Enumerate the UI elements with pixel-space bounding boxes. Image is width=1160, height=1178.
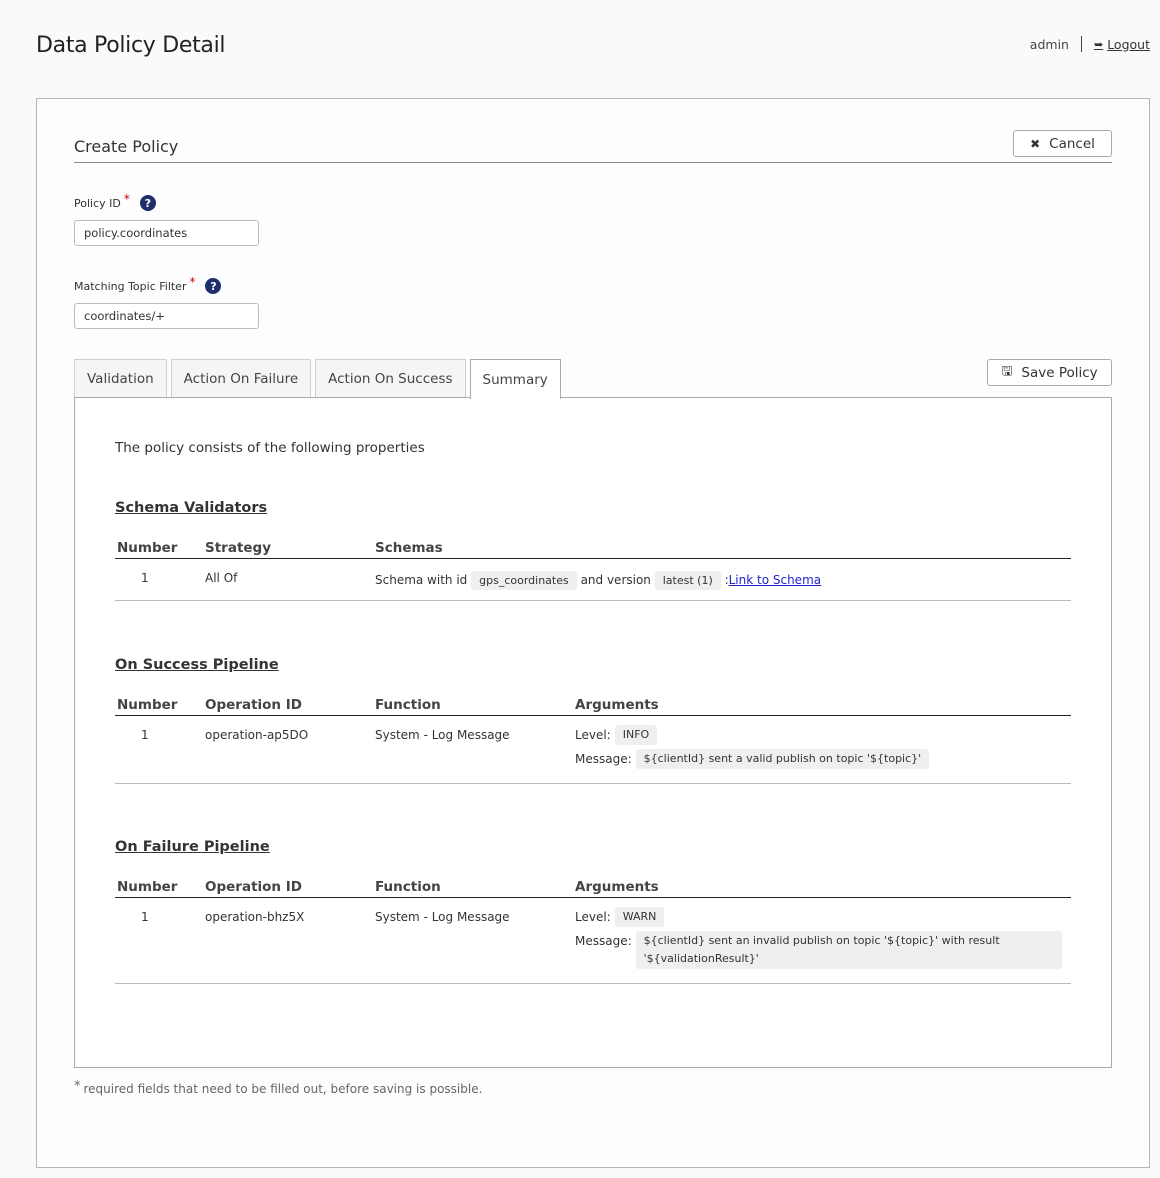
- tab-action-on-success[interactable]: Action On Success: [315, 359, 466, 398]
- row-strategy: All Of: [203, 558, 373, 601]
- col-function: Function: [373, 696, 573, 716]
- username: admin: [1029, 36, 1069, 52]
- tab-action-on-failure[interactable]: Action On Failure: [170, 359, 312, 398]
- summary-intro: The policy consists of the following pro…: [115, 440, 425, 456]
- required-marker: *: [123, 192, 130, 206]
- footnote-star: *: [74, 1079, 81, 1094]
- col-number: Number: [115, 696, 203, 716]
- col-arguments: Arguments: [573, 878, 1071, 898]
- on-failure-section: On Failure Pipeline Number Operation ID …: [115, 839, 1071, 984]
- message-chip: ${clientId} sent a valid publish on topi…: [635, 748, 930, 769]
- row-operation-id: operation-ap5DO: [203, 715, 373, 784]
- floppy-disk-icon: 🖫: [1001, 363, 1013, 379]
- arg-level-label: Level:: [575, 727, 611, 742]
- on-success-table: Number Operation ID Function Arguments 1…: [115, 696, 1071, 784]
- policy-id-label-text: Policy ID: [74, 196, 121, 210]
- cancel-label: Cancel: [1049, 135, 1095, 152]
- table-row: 1 operation-bhz5X System - Log Message L…: [115, 897, 1071, 984]
- arg-message-label: Message:: [575, 751, 632, 766]
- row-function: System - Log Message: [373, 715, 573, 784]
- topic-filter-input[interactable]: [74, 303, 259, 329]
- tab-validation[interactable]: Validation: [74, 359, 167, 398]
- cancel-button[interactable]: ✖ Cancel: [1013, 130, 1112, 157]
- row-number: 1: [115, 558, 203, 601]
- level-chip: WARN: [614, 906, 665, 927]
- help-icon[interactable]: ?: [139, 195, 156, 211]
- row-schemas: Schema with id gps_coordinates and versi…: [373, 558, 1071, 601]
- sign-out-icon: ➥: [1093, 37, 1104, 51]
- policy-panel: Create Policy ✖ Cancel Policy ID * ? Mat…: [36, 98, 1150, 1168]
- table-row: 1 operation-ap5DO System - Log Message L…: [115, 715, 1071, 784]
- level-chip: INFO: [614, 724, 658, 745]
- topic-filter-label: Matching Topic Filter * ?: [74, 275, 222, 294]
- on-success-section: On Success Pipeline Number Operation ID …: [115, 657, 1071, 784]
- arg-message: Message: ${clientId} sent an invalid pub…: [575, 930, 1069, 969]
- arg-level: Level: INFO: [575, 724, 1069, 745]
- required-marker: *: [189, 275, 196, 289]
- col-schemas: Schemas: [373, 539, 1071, 559]
- footnote-text: required fields that need to be filled o…: [83, 1082, 483, 1096]
- user-bar: admin ➥ Logout: [1030, 36, 1150, 52]
- col-operation-id: Operation ID: [203, 878, 373, 898]
- message-chip: ${clientId} sent an invalid publish on t…: [635, 930, 1062, 969]
- schema-version-text: and version: [580, 572, 651, 587]
- close-icon: ✖: [1030, 136, 1041, 151]
- topic-filter-label-text: Matching Topic Filter: [74, 279, 187, 293]
- divider: [1080, 36, 1082, 52]
- row-operation-id: operation-bhz5X: [203, 897, 373, 984]
- on-failure-title: On Failure Pipeline: [115, 839, 270, 855]
- help-icon[interactable]: ?: [205, 278, 222, 294]
- arg-level-label: Level:: [575, 909, 611, 924]
- row-function: System - Log Message: [373, 897, 573, 984]
- logout-link[interactable]: ➥ Logout: [1094, 37, 1150, 52]
- logout-label: Logout: [1107, 36, 1150, 52]
- summary-tab-panel: The policy consists of the following pro…: [74, 397, 1112, 1068]
- section-title: Create Policy: [74, 137, 1112, 163]
- col-operation-id: Operation ID: [203, 696, 373, 716]
- arg-level: Level: WARN: [575, 906, 1069, 927]
- policy-id-input[interactable]: [74, 220, 259, 246]
- schema-prefix: Schema with id: [375, 572, 468, 587]
- row-arguments: Level: INFO Message: ${clientId} sent a …: [573, 715, 1071, 784]
- policy-id-label: Policy ID * ?: [74, 192, 156, 211]
- arg-message: Message: ${clientId} sent a valid publis…: [575, 748, 1069, 769]
- col-number: Number: [115, 878, 203, 898]
- link-to-schema[interactable]: Link to Schema: [729, 573, 822, 587]
- tab-bar: Validation Action On Failure Action On S…: [74, 359, 565, 399]
- tab-summary[interactable]: Summary: [469, 359, 561, 399]
- col-strategy: Strategy: [203, 539, 373, 559]
- schema-validators-title: Schema Validators: [115, 500, 268, 516]
- schema-validators-table: Number Strategy Schemas 1 All Of Schema …: [115, 539, 1071, 601]
- table-row: 1 All Of Schema with id gps_coordinates …: [115, 558, 1071, 601]
- col-function: Function: [373, 878, 573, 898]
- row-number: 1: [115, 897, 203, 984]
- required-footnote: * required fields that need to be filled …: [74, 1079, 483, 1097]
- arg-message-label: Message:: [575, 933, 632, 948]
- save-policy-button[interactable]: 🖫 Save Policy: [987, 359, 1112, 386]
- save-label: Save Policy: [1021, 364, 1098, 381]
- col-arguments: Arguments: [573, 696, 1071, 716]
- row-number: 1: [115, 715, 203, 784]
- col-number: Number: [115, 539, 203, 559]
- schema-validators-section: Schema Validators Number Strategy Schema…: [115, 500, 1071, 601]
- schema-id-chip: gps_coordinates: [471, 570, 577, 590]
- row-arguments: Level: WARN Message: ${clientId} sent an…: [573, 897, 1071, 984]
- schema-version-chip: latest (1): [654, 570, 721, 590]
- on-success-title: On Success Pipeline: [115, 657, 279, 673]
- on-failure-table: Number Operation ID Function Arguments 1…: [115, 878, 1071, 984]
- page-title: Data Policy Detail: [36, 33, 226, 58]
